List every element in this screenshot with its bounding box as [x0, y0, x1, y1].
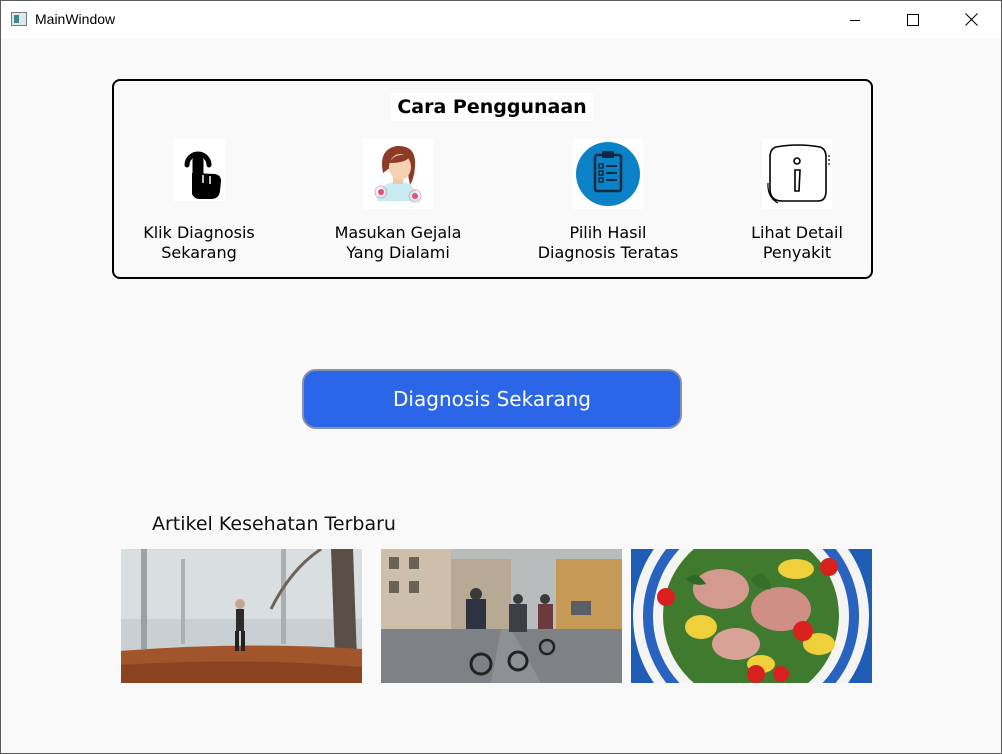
woman-symptom-icon: [363, 139, 433, 209]
title-bar[interactable]: MainWindow: [1, 1, 1001, 38]
guide-step-2-label: Masukan Gejala Yang Dialami: [334, 223, 462, 262]
guide-step-4-label: Lihat Detail Penyakit: [751, 223, 843, 262]
window-title: MainWindow: [35, 11, 116, 27]
jogging-foggy-park-photo: [121, 549, 362, 683]
cyclists-street-photo: [381, 549, 622, 683]
maximize-button[interactable]: [884, 1, 942, 38]
guide-step-2: Masukan Gejala Yang Dialami: [298, 139, 498, 263]
minimize-icon: [850, 19, 860, 21]
guide-step-4: Lihat Detail Penyakit: [697, 139, 897, 263]
main-window: MainWindow Cara Penggunaan Klik Diagnosi…: [0, 0, 1002, 754]
article-card-3[interactable]: [631, 549, 872, 683]
app-icon: [11, 12, 27, 26]
minimize-button[interactable]: [826, 1, 884, 38]
usage-guide-panel: Cara Penggunaan Klik Diagnosis Sekarang: [112, 79, 873, 279]
article-card-2[interactable]: [381, 549, 622, 683]
close-icon: [964, 13, 978, 26]
close-button[interactable]: [942, 1, 1000, 38]
articles-section-title: Artikel Kesehatan Terbaru: [152, 513, 396, 535]
tap-finger-icon: [173, 139, 225, 201]
article-card-1[interactable]: [121, 549, 362, 683]
clipboard-checklist-icon: [573, 139, 643, 209]
guide-step-1: Klik Diagnosis Sekarang: [99, 139, 299, 263]
guide-step-1-label: Klik Diagnosis Sekarang: [143, 223, 255, 262]
diagnosis-now-button[interactable]: Diagnosis Sekarang: [302, 369, 682, 429]
guide-step-3-label: Pilih Hasil Diagnosis Teratas: [537, 223, 679, 262]
tuna-salad-bowl-photo: [631, 549, 872, 683]
maximize-icon: [907, 13, 919, 26]
guide-step-3: Pilih Hasil Diagnosis Teratas: [508, 139, 708, 263]
guide-title: Cara Penggunaan: [391, 93, 593, 121]
info-icon: [762, 139, 832, 209]
